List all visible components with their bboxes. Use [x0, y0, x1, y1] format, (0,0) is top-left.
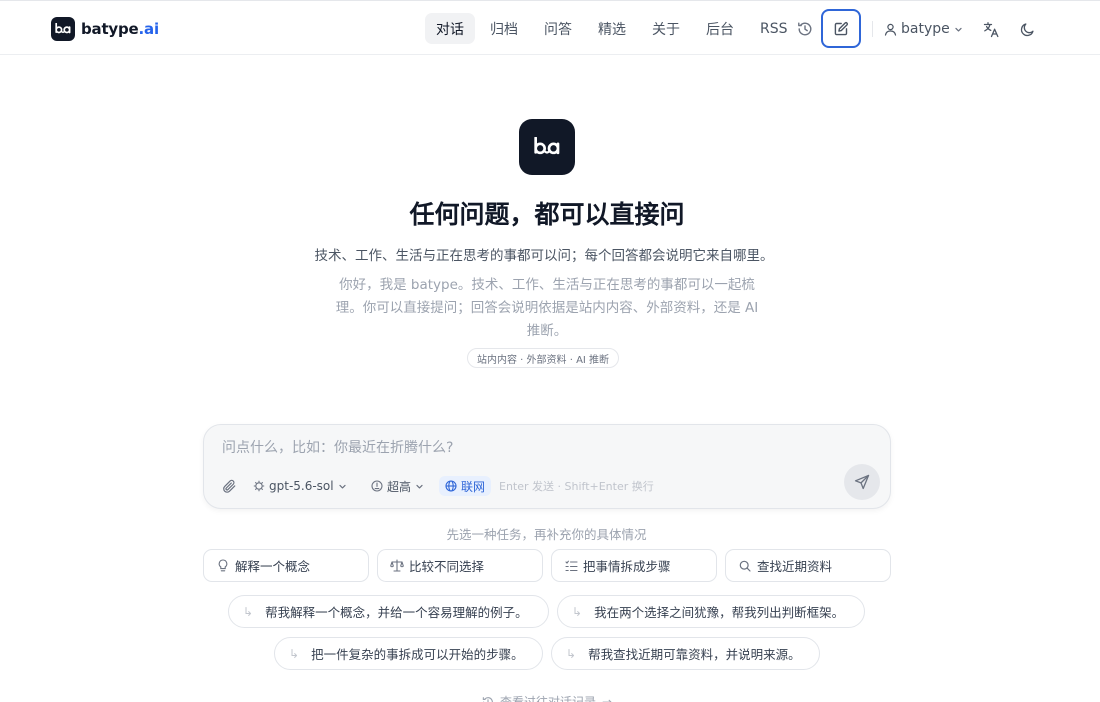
chevron-down-icon [339, 484, 346, 489]
prompt-suggestion[interactable]: ↳ 帮我解释一个概念，并给一个容易理解的例子。 [228, 595, 549, 628]
brand-home-link[interactable]: batype.ai [51, 16, 159, 41]
translate-icon [983, 21, 998, 37]
nav-item-archive[interactable]: 归档 [479, 13, 529, 44]
page-subtitle: 技术、工作、生活与正在思考的事都可以问；每个回答都会说明它来自哪里。 [314, 248, 774, 264]
effort-select[interactable]: 超高 [371, 477, 424, 495]
language-toggle[interactable] [981, 19, 1001, 39]
send-button[interactable] [844, 464, 880, 500]
top-navigation-bar: batype.ai 对话 归档 问答 精选 关于 后台 RSS batype [0, 0, 1100, 55]
paperclip-icon [222, 479, 235, 493]
nav-item-qa[interactable]: 问答 [533, 13, 583, 44]
task-card-compare[interactable]: 比较不同选择 [377, 549, 543, 582]
chat-composer: gpt-5.6-sol 超高 联网 Enter 发送 · Shift+Enter… [203, 424, 891, 509]
list-steps-icon [564, 559, 578, 573]
compose-icon [834, 21, 849, 35]
prompt-suggestion[interactable]: ↳ 帮我查找近期可靠资料，并说明来源。 [551, 637, 820, 670]
user-menu[interactable]: batype [884, 19, 963, 39]
history-icon [482, 696, 494, 702]
gauge-icon [371, 480, 383, 492]
search-icon [738, 559, 752, 573]
nav-item-about[interactable]: 关于 [641, 13, 691, 44]
sources-badge: 站内内容 · 外部资料 · AI 推断 [467, 348, 620, 368]
nav-item-rss[interactable]: RSS [749, 13, 799, 44]
globe-icon [445, 480, 457, 492]
brand-name: batype.ai [81, 19, 159, 38]
assistant-intro-line: 你好，我是 batype。技术、工作、生活与正在思考的事都可以一起梳 [339, 277, 755, 293]
prompt-suggestion-text: 帮我解释一个概念，并给一个容易理解的例子。 [265, 605, 528, 620]
model-select[interactable]: gpt-5.6-sol [253, 477, 347, 495]
task-card-label: 比较不同选择 [409, 559, 485, 574]
moon-icon [1020, 22, 1034, 36]
reply-arrow-icon: ↳ [566, 646, 577, 661]
nav-item-featured[interactable]: 精选 [587, 13, 637, 44]
prompt-suggestion-text: 帮我查找近期可靠资料，并说明来源。 [588, 647, 801, 662]
reply-arrow-icon: ↳ [243, 604, 254, 619]
arrow-right-icon: → [601, 694, 613, 702]
hero-logo [519, 119, 575, 175]
theme-toggle[interactable] [1017, 19, 1037, 39]
reply-arrow-icon: ↳ [572, 604, 583, 619]
chevron-down-icon [955, 27, 962, 32]
main-nav: 对话 归档 问答 精选 关于 后台 RSS [425, 13, 803, 44]
task-card-search[interactable]: 查找近期资料 [725, 549, 891, 582]
conversation-history-link[interactable]: 查看过往对话记录 → [0, 693, 1094, 702]
chevron-down-icon [416, 484, 423, 489]
task-hint: 先选一种任务，再补充你的具体情况 [446, 527, 647, 542]
page-title: 任何问题，都可以直接问 [409, 200, 685, 229]
history-icon [798, 22, 812, 36]
task-card-label: 解释一个概念 [235, 559, 311, 574]
task-card-label: 查找近期资料 [757, 559, 833, 574]
scale-icon [390, 559, 404, 573]
chat-input[interactable] [222, 437, 862, 459]
new-chat-button[interactable] [821, 9, 861, 48]
lightbulb-icon [216, 559, 230, 573]
header-divider [872, 21, 873, 37]
web-search-toggle[interactable]: 联网 [439, 476, 492, 496]
task-card-steps[interactable]: 把事情拆成步骤 [551, 549, 717, 582]
user-name: batype [901, 21, 950, 37]
prompt-suggestion-text: 把一件复杂的事拆成可以开始的步骤。 [311, 647, 524, 662]
send-icon [854, 474, 870, 490]
task-card-explain[interactable]: 解释一个概念 [203, 549, 369, 582]
model-select-label: gpt-5.6-sol [269, 479, 334, 493]
assistant-intro-line: 推断。 [526, 323, 568, 339]
history-button[interactable] [795, 19, 815, 39]
brand-logo [51, 16, 75, 41]
task-card-label: 把事情拆成步骤 [583, 559, 671, 574]
user-icon [884, 23, 897, 36]
nav-item-admin[interactable]: 后台 [695, 13, 745, 44]
effort-select-label: 超高 [387, 479, 412, 494]
chip-icon [253, 480, 265, 492]
reply-arrow-icon: ↳ [289, 646, 300, 661]
assistant-intro: 你好，我是 batype。技术、工作、生活与正在思考的事都可以一起梳 理。你可以… [320, 274, 774, 343]
web-search-label: 联网 [461, 479, 486, 494]
keyboard-hint: Enter 发送 · Shift+Enter 换行 [499, 480, 654, 493]
prompt-suggestion[interactable]: ↳ 把一件复杂的事拆成可以开始的步骤。 [274, 637, 543, 670]
prompt-suggestion-text: 我在两个选择之间犹豫，帮我列出判断框架。 [594, 605, 845, 620]
nav-item-chat[interactable]: 对话 [425, 13, 475, 44]
history-link-text: 查看过往对话记录 [499, 695, 596, 702]
assistant-intro-line: 理。你可以直接提问；回答会说明依据是站内内容、外部资料，还是 AI [335, 300, 759, 316]
attach-button[interactable] [220, 477, 238, 495]
prompt-suggestion[interactable]: ↳ 我在两个选择之间犹豫，帮我列出判断框架。 [557, 595, 865, 628]
